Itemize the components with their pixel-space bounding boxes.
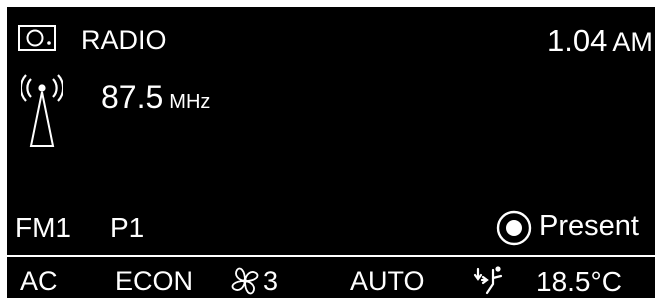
frequency-unit: MHz <box>169 91 211 113</box>
clock-time: 1.04 <box>547 23 608 58</box>
fan-speed-value: 3 <box>263 266 279 296</box>
auto-button[interactable]: AUTO <box>350 268 425 295</box>
clock: 1.04 AM <box>547 25 653 56</box>
clock-meridiem: AM <box>612 27 653 57</box>
econ-button[interactable]: ECON <box>115 268 193 295</box>
band-label[interactable]: FM1 <box>15 214 71 242</box>
frequency-display: 87.5 MHz <box>101 81 210 113</box>
car-display-screen: RADIO 1.04 AM 87.5 MHz FM1 P1 Present AC E… <box>7 7 655 298</box>
present-label[interactable]: Present <box>539 212 639 241</box>
ac-button[interactable]: AC <box>20 268 58 295</box>
radio-button-selected-icon[interactable] <box>496 210 532 246</box>
frequency-value: 87.5 <box>101 79 164 115</box>
preset-label[interactable]: P1 <box>110 214 144 242</box>
radio-icon[interactable] <box>18 25 56 51</box>
source-label[interactable]: RADIO <box>81 27 167 54</box>
fan-icon <box>229 265 261 297</box>
antenna-signal-icon <box>21 72 63 152</box>
divider-line <box>7 255 655 257</box>
temperature-display[interactable]: 18.5°C <box>536 268 622 296</box>
airflow-seat-icon[interactable] <box>471 264 511 296</box>
